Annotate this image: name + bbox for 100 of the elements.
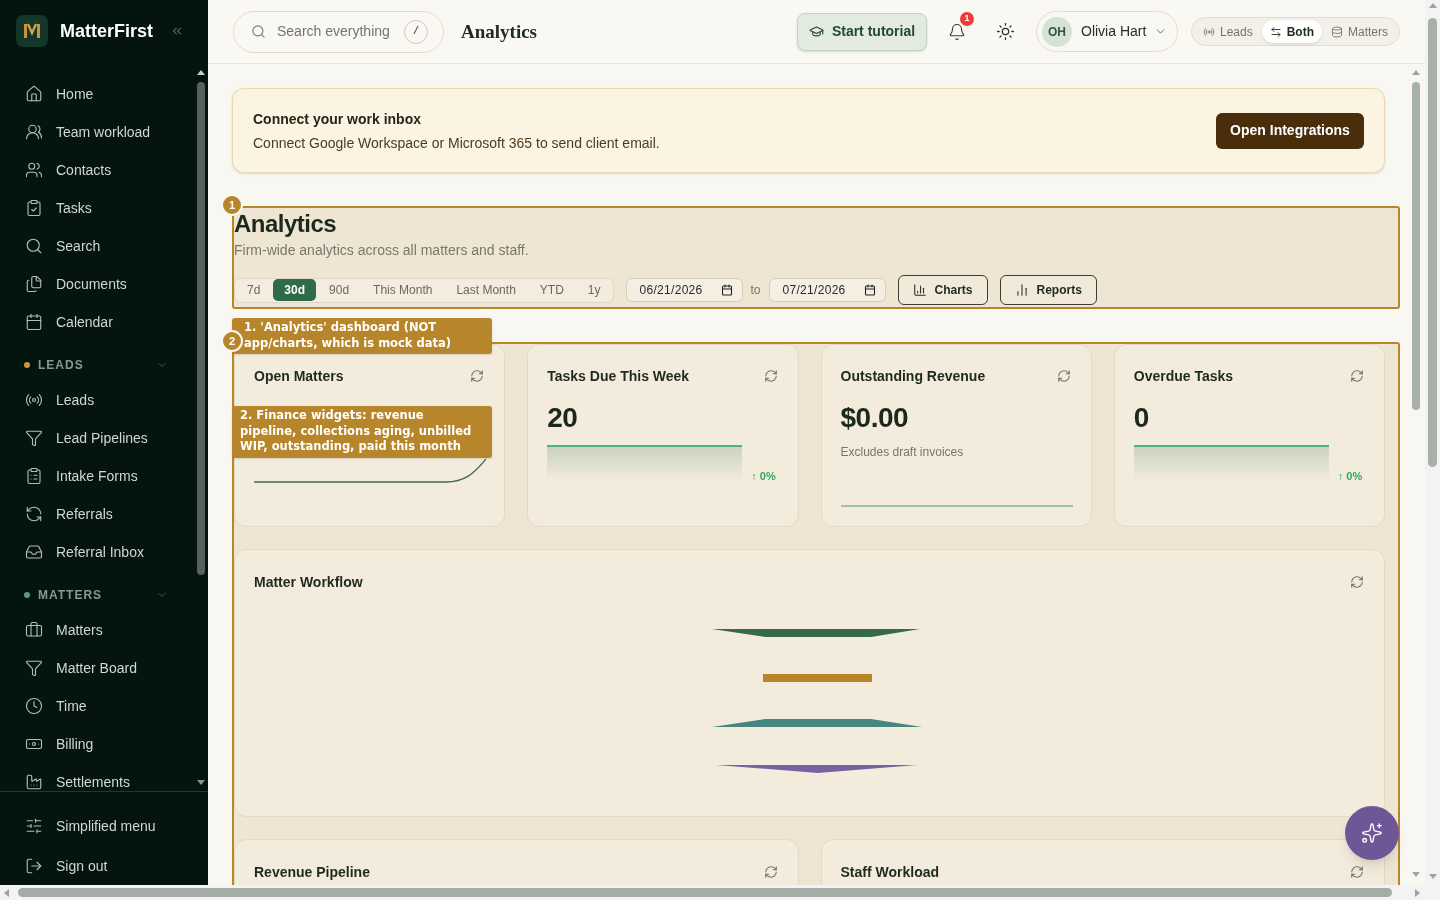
range-option[interactable]: 7d xyxy=(236,279,272,301)
range-option[interactable]: YTD xyxy=(528,279,575,301)
nav-link[interactable]: Leads xyxy=(16,381,182,419)
view-button[interactable]: Charts xyxy=(897,275,988,305)
scrollbar-thumb[interactable] xyxy=(1412,82,1420,410)
funnel-icon xyxy=(25,659,43,677)
scroll-left-icon[interactable] xyxy=(4,888,9,897)
brand-name: MatterFirst xyxy=(60,20,153,43)
toggle-option[interactable]: Leads xyxy=(1195,20,1261,43)
clock-icon xyxy=(25,697,43,715)
range-option[interactable]: Last Month xyxy=(445,279,527,301)
search-icon xyxy=(25,237,43,255)
range-option[interactable]: This Month xyxy=(362,279,444,301)
tutorial-note: 2. Finance widgets: revenue pipeline, collections aging, unbilled WIP, outstanding, paid this month xyxy=(232,406,492,458)
scrollbar-thumb[interactable] xyxy=(197,82,205,575)
tutorial-button[interactable]: Start tutorial xyxy=(797,12,927,51)
nav-link[interactable]: Search xyxy=(16,227,182,265)
radio-waves-icon xyxy=(1203,25,1215,38)
refresh-icon[interactable] xyxy=(763,865,778,879)
card-title: Staff Workload xyxy=(840,863,940,882)
nav-link[interactable]: Referrals xyxy=(16,495,182,533)
widget-title: Tasks Due This Week xyxy=(547,367,690,386)
search-bar[interactable]: Search everything / xyxy=(233,10,444,53)
nav-link[interactable]: Home xyxy=(16,75,182,113)
nav-link[interactable]: Referral Inbox xyxy=(16,533,182,571)
logo-icon xyxy=(16,15,48,47)
notification-badge: 1 xyxy=(958,9,976,28)
widget-title: Open Matters xyxy=(254,367,344,386)
refresh-icon[interactable] xyxy=(1056,369,1071,383)
search-input[interactable]: Search everything xyxy=(277,21,399,42)
page-subtitle: Firm-wide analytics across all matters and staff. xyxy=(234,241,530,260)
toggle-option[interactable]: Matters xyxy=(1322,20,1396,43)
nav-link[interactable]: Sign out xyxy=(16,847,184,885)
refresh-icon[interactable] xyxy=(1350,369,1364,383)
scrollbar-thumb[interactable] xyxy=(18,888,1392,897)
logout-icon xyxy=(25,857,43,875)
briefcase-icon xyxy=(25,621,43,639)
widget-value: 20 xyxy=(547,401,578,435)
files-icon xyxy=(25,275,43,293)
date-field[interactable]: 07/21/2026 xyxy=(768,278,886,302)
widget-title: Outstanding Revenue xyxy=(840,367,986,386)
date-field[interactable]: 06/21/2026 xyxy=(625,278,743,302)
factory-icon xyxy=(25,773,43,791)
nav-link[interactable]: Team workload xyxy=(16,113,182,151)
refresh-icon[interactable] xyxy=(1350,575,1364,589)
refresh-icon[interactable] xyxy=(763,369,778,383)
scroll-right-icon[interactable] xyxy=(1415,888,1420,897)
scrollbar[interactable] xyxy=(1425,0,1440,885)
sun-icon xyxy=(995,22,1015,41)
step-badge: 2 xyxy=(221,330,243,352)
avatar: OH xyxy=(1042,16,1072,47)
view-button[interactable]: Reports xyxy=(999,275,1097,305)
refresh-icon[interactable] xyxy=(470,369,485,383)
chart-icon xyxy=(912,283,927,297)
card-title: Matter Workflow xyxy=(254,573,363,592)
clipboard-list-icon xyxy=(25,467,43,485)
range-option[interactable]: 1y xyxy=(576,279,612,301)
nav-link[interactable]: Contacts xyxy=(16,151,182,189)
nav-link[interactable]: Settlements xyxy=(16,763,182,791)
section-header[interactable]: LEADS xyxy=(16,341,182,381)
range-option[interactable]: 30d xyxy=(273,279,317,301)
nav-link[interactable]: Time xyxy=(16,687,182,725)
user-name: Olivia Hart xyxy=(1081,22,1147,41)
nav-link[interactable]: Calendar xyxy=(16,303,182,341)
banner-text: Connect Google Workspace or Microsoft 365 to send client email. xyxy=(253,133,660,153)
radio-waves-icon xyxy=(25,391,43,409)
toggle-option[interactable]: Both xyxy=(1261,20,1322,43)
nav-link[interactable]: Matter Board xyxy=(16,649,182,687)
widget-title: Overdue Tasks xyxy=(1133,367,1234,386)
swap-arrows-icon xyxy=(1269,25,1282,38)
open-integrations-button[interactable]: Open Integrations xyxy=(1216,112,1364,149)
banner-title: Connect your work inbox xyxy=(253,109,422,129)
nav-link[interactable]: Matters xyxy=(16,611,182,649)
step-badge: 1 xyxy=(221,194,243,216)
sliders-icon xyxy=(25,817,43,835)
change-text: ↑ 0% xyxy=(1337,469,1363,483)
collapse-icon[interactable] xyxy=(170,24,184,38)
nav-link[interactable]: Lead Pipelines xyxy=(16,419,182,457)
inbox-icon xyxy=(25,543,43,561)
scroll-down-icon[interactable] xyxy=(197,780,205,785)
graduation-cap-icon xyxy=(808,24,824,39)
nav-link[interactable]: Simplified menu xyxy=(16,807,184,845)
refresh-icon[interactable] xyxy=(1350,865,1364,879)
section-header[interactable]: MATTERS xyxy=(16,571,182,611)
nav-link[interactable]: Billing xyxy=(16,725,182,763)
people-icon xyxy=(25,161,43,179)
calendar-icon xyxy=(720,284,733,296)
nav-link[interactable]: Intake Forms xyxy=(16,457,182,495)
nav-link[interactable]: Documents xyxy=(16,265,182,303)
search-icon xyxy=(251,24,266,39)
range-option[interactable]: 90d xyxy=(318,279,361,301)
widget-value: 0 xyxy=(1133,401,1149,435)
calendar-icon xyxy=(25,313,43,331)
scroll-up-icon[interactable] xyxy=(197,70,205,75)
funnel-icon xyxy=(25,429,43,447)
database-icon xyxy=(1330,25,1343,38)
nav-link[interactable]: Tasks xyxy=(16,189,182,227)
scrollbar[interactable] xyxy=(0,885,1440,900)
calendar-icon xyxy=(863,284,876,296)
scrollbar-thumb[interactable] xyxy=(1428,18,1437,467)
